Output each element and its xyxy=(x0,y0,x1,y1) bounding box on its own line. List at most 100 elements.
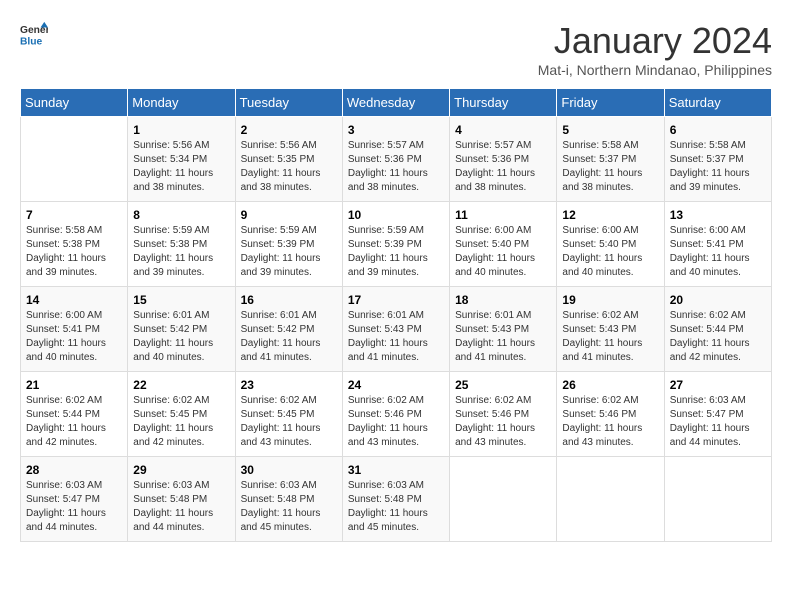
logo-icon: General Blue xyxy=(20,20,48,48)
calendar-cell: 16 Sunrise: 6:01 AM Sunset: 5:42 PM Dayli… xyxy=(235,287,342,372)
calendar-week-1: 7Sunrise: 5:58 AM Sunset: 5:38 PM Daylig… xyxy=(21,202,772,287)
day-info: Sunrise: 5:56 AM Sunset: 5:35 PM Dayligh… xyxy=(241,139,337,195)
calendar-cell: 27 Sunrise: 6:03 AM Sunset: 5:47 PM Dayli… xyxy=(664,372,771,457)
day-info: Sunrise: 6:00 AM Sunset: 5:40 PM Dayligh… xyxy=(455,224,551,280)
day-info: Sunrise: 6:01 AM Sunset: 5:43 PM Dayligh… xyxy=(455,309,551,365)
day-number: 30 xyxy=(241,463,337,477)
calendar-header: Sunday Monday Tuesday Wednesday Thursday… xyxy=(21,89,772,117)
day-info: Sunrise: 5:58 AM Sunset: 5:37 PM Dayligh… xyxy=(670,139,766,195)
day-number: 9 xyxy=(241,208,337,222)
calendar-cell: 29 Sunrise: 6:03 AM Sunset: 5:48 PM Dayli… xyxy=(128,457,235,542)
day-info: Sunrise: 5:59 AM Sunset: 5:39 PM Dayligh… xyxy=(241,224,337,280)
day-info: Sunrise: 5:57 AM Sunset: 5:36 PM Dayligh… xyxy=(455,139,551,195)
day-number: 14 xyxy=(26,293,122,307)
day-info: Sunrise: 5:58 AM Sunset: 5:37 PM Dayligh… xyxy=(562,139,658,195)
calendar-cell: 11 Sunrise: 6:00 AM Sunset: 5:40 PM Dayli… xyxy=(450,202,557,287)
logo: General Blue xyxy=(20,20,48,48)
day-number: 23 xyxy=(241,378,337,392)
header-row: Sunday Monday Tuesday Wednesday Thursday… xyxy=(21,89,772,117)
calendar-cell: 8 Sunrise: 5:59 AM Sunset: 5:38 PM Daylig… xyxy=(128,202,235,287)
day-number: 6 xyxy=(670,123,766,137)
calendar-table: Sunday Monday Tuesday Wednesday Thursday… xyxy=(20,88,772,542)
day-number: 16 xyxy=(241,293,337,307)
day-number: 24 xyxy=(348,378,444,392)
calendar-week-3: 21 Sunrise: 6:02 AM Sunset: 5:44 PM Dayli… xyxy=(21,372,772,457)
day-info: Sunrise: 6:01 AM Sunset: 5:42 PM Dayligh… xyxy=(133,309,229,365)
calendar-cell xyxy=(21,117,128,202)
col-thursday: Thursday xyxy=(450,89,557,117)
day-info: Sunrise: 6:03 AM Sunset: 5:47 PM Dayligh… xyxy=(670,394,766,450)
calendar-cell: 30 Sunrise: 6:03 AM Sunset: 5:48 PM Dayli… xyxy=(235,457,342,542)
calendar-cell: 26 Sunrise: 6:02 AM Sunset: 5:46 PM Dayli… xyxy=(557,372,664,457)
calendar-cell: 28 Sunrise: 6:03 AM Sunset: 5:47 PM Dayli… xyxy=(21,457,128,542)
page-header: General Blue January 2024 Mat-i, Norther… xyxy=(20,20,772,78)
day-info: Sunrise: 5:59 AM Sunset: 5:38 PM Dayligh… xyxy=(133,224,229,280)
day-info: Sunrise: 6:02 AM Sunset: 5:46 PM Dayligh… xyxy=(562,394,658,450)
title-section: January 2024 Mat-i, Northern Mindanao, P… xyxy=(538,20,772,78)
day-info: Sunrise: 5:57 AM Sunset: 5:36 PM Dayligh… xyxy=(348,139,444,195)
day-number: 21 xyxy=(26,378,122,392)
calendar-week-4: 28 Sunrise: 6:03 AM Sunset: 5:47 PM Dayli… xyxy=(21,457,772,542)
day-number: 29 xyxy=(133,463,229,477)
col-saturday: Saturday xyxy=(664,89,771,117)
calendar-cell: 19Sunrise: 6:02 AM Sunset: 5:43 PM Dayli… xyxy=(557,287,664,372)
day-number: 10 xyxy=(348,208,444,222)
calendar-week-2: 14 Sunrise: 6:00 AM Sunset: 5:41 PM Dayli… xyxy=(21,287,772,372)
calendar-cell: 20 Sunrise: 6:02 AM Sunset: 5:44 PM Dayli… xyxy=(664,287,771,372)
day-number: 12 xyxy=(562,208,658,222)
calendar-cell: 6 Sunrise: 5:58 AM Sunset: 5:37 PM Daylig… xyxy=(664,117,771,202)
day-number: 3 xyxy=(348,123,444,137)
day-number: 26 xyxy=(562,378,658,392)
day-number: 28 xyxy=(26,463,122,477)
day-number: 13 xyxy=(670,208,766,222)
day-info: Sunrise: 6:03 AM Sunset: 5:48 PM Dayligh… xyxy=(348,479,444,535)
day-number: 15 xyxy=(133,293,229,307)
day-number: 1 xyxy=(133,123,229,137)
calendar-cell: 21 Sunrise: 6:02 AM Sunset: 5:44 PM Dayli… xyxy=(21,372,128,457)
col-wednesday: Wednesday xyxy=(342,89,449,117)
col-sunday: Sunday xyxy=(21,89,128,117)
calendar-cell: 3 Sunrise: 5:57 AM Sunset: 5:36 PM Daylig… xyxy=(342,117,449,202)
calendar-subtitle: Mat-i, Northern Mindanao, Philippines xyxy=(538,62,772,78)
day-info: Sunrise: 6:00 AM Sunset: 5:41 PM Dayligh… xyxy=(26,309,122,365)
calendar-cell: 9 Sunrise: 5:59 AM Sunset: 5:39 PM Daylig… xyxy=(235,202,342,287)
day-info: Sunrise: 5:58 AM Sunset: 5:38 PM Dayligh… xyxy=(26,224,122,280)
calendar-title: January 2024 xyxy=(538,20,772,62)
day-number: 31 xyxy=(348,463,444,477)
calendar-cell: 25Sunrise: 6:02 AM Sunset: 5:46 PM Dayli… xyxy=(450,372,557,457)
day-info: Sunrise: 5:56 AM Sunset: 5:34 PM Dayligh… xyxy=(133,139,229,195)
day-info: Sunrise: 6:01 AM Sunset: 5:43 PM Dayligh… xyxy=(348,309,444,365)
calendar-cell: 13 Sunrise: 6:00 AM Sunset: 5:41 PM Dayli… xyxy=(664,202,771,287)
day-info: Sunrise: 6:00 AM Sunset: 5:40 PM Dayligh… xyxy=(562,224,658,280)
day-info: Sunrise: 6:03 AM Sunset: 5:47 PM Dayligh… xyxy=(26,479,122,535)
calendar-cell: 24 Sunrise: 6:02 AM Sunset: 5:46 PM Dayli… xyxy=(342,372,449,457)
day-info: Sunrise: 6:01 AM Sunset: 5:42 PM Dayligh… xyxy=(241,309,337,365)
calendar-cell: 14 Sunrise: 6:00 AM Sunset: 5:41 PM Dayli… xyxy=(21,287,128,372)
day-info: Sunrise: 6:00 AM Sunset: 5:41 PM Dayligh… xyxy=(670,224,766,280)
calendar-cell: 5Sunrise: 5:58 AM Sunset: 5:37 PM Daylig… xyxy=(557,117,664,202)
day-number: 20 xyxy=(670,293,766,307)
calendar-cell xyxy=(557,457,664,542)
calendar-cell: 23Sunrise: 6:02 AM Sunset: 5:45 PM Dayli… xyxy=(235,372,342,457)
day-number: 27 xyxy=(670,378,766,392)
day-number: 25 xyxy=(455,378,551,392)
calendar-cell: 7Sunrise: 5:58 AM Sunset: 5:38 PM Daylig… xyxy=(21,202,128,287)
day-info: Sunrise: 6:02 AM Sunset: 5:45 PM Dayligh… xyxy=(133,394,229,450)
calendar-cell: 15 Sunrise: 6:01 AM Sunset: 5:42 PM Dayli… xyxy=(128,287,235,372)
calendar-cell: 10Sunrise: 5:59 AM Sunset: 5:39 PM Dayli… xyxy=(342,202,449,287)
col-monday: Monday xyxy=(128,89,235,117)
day-number: 8 xyxy=(133,208,229,222)
calendar-body: 1 Sunrise: 5:56 AM Sunset: 5:34 PM Daylig… xyxy=(21,117,772,542)
day-info: Sunrise: 6:03 AM Sunset: 5:48 PM Dayligh… xyxy=(133,479,229,535)
day-info: Sunrise: 6:02 AM Sunset: 5:43 PM Dayligh… xyxy=(562,309,658,365)
day-info: Sunrise: 6:02 AM Sunset: 5:46 PM Dayligh… xyxy=(348,394,444,450)
day-number: 2 xyxy=(241,123,337,137)
calendar-week-0: 1 Sunrise: 5:56 AM Sunset: 5:34 PM Daylig… xyxy=(21,117,772,202)
day-info: Sunrise: 6:02 AM Sunset: 5:44 PM Dayligh… xyxy=(26,394,122,450)
svg-text:Blue: Blue xyxy=(20,36,43,47)
day-number: 11 xyxy=(455,208,551,222)
day-info: Sunrise: 6:02 AM Sunset: 5:44 PM Dayligh… xyxy=(670,309,766,365)
calendar-cell: 4 Sunrise: 5:57 AM Sunset: 5:36 PM Daylig… xyxy=(450,117,557,202)
day-number: 4 xyxy=(455,123,551,137)
day-info: Sunrise: 6:03 AM Sunset: 5:48 PM Dayligh… xyxy=(241,479,337,535)
